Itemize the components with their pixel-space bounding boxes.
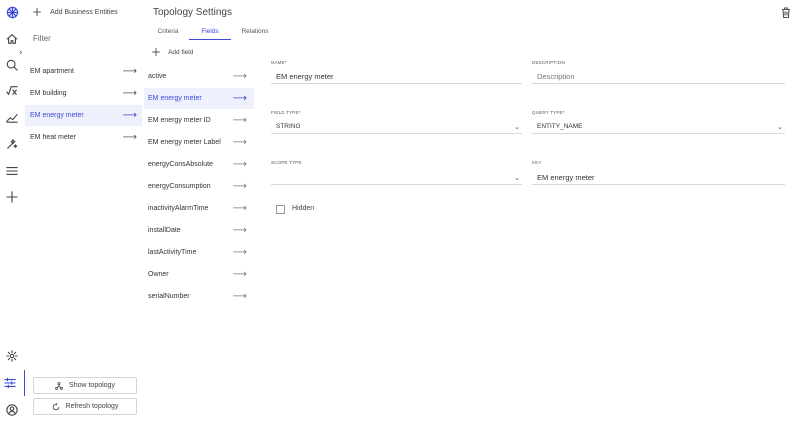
field-list-item[interactable]: active ⟶	[144, 66, 254, 87]
field-label: energyConsumption	[148, 183, 211, 190]
business-entity-label: EM apartment	[30, 68, 74, 75]
business-entity-item[interactable]: EM building ⟶	[25, 83, 142, 104]
refresh-icon	[52, 402, 59, 410]
business-entities-panel: + Add Business Entities Filter › EM apar…	[19, 0, 142, 423]
arrow-right-icon: ⟶	[232, 115, 247, 126]
arrow-right-icon: ⟶	[232, 291, 247, 302]
scope-type-label: Scope type	[271, 160, 302, 165]
chevron-right-icon[interactable]: ›	[19, 48, 23, 58]
icon-rail	[0, 0, 24, 423]
formula-icon[interactable]	[5, 84, 19, 98]
logo-icon[interactable]	[5, 5, 19, 19]
arrow-right-icon: ⟶	[232, 203, 247, 214]
show-topology-button[interactable]: Show topology	[33, 377, 137, 394]
chevron-down-icon: ⌄	[777, 122, 783, 131]
field-list-item[interactable]: Owner ⟶	[144, 264, 254, 285]
field-label: EM energy meter ID	[148, 117, 211, 124]
business-entity-item[interactable]: EM heat meter ⟶	[25, 127, 142, 148]
scope-type-select[interactable]: ⌄	[271, 171, 522, 185]
arrow-right-icon: ⟶	[122, 110, 137, 121]
field-type-label: Field type*	[271, 110, 301, 115]
tab-relations[interactable]: Relations	[231, 27, 279, 40]
field-list-item[interactable]: EM energy meter ⟶	[144, 88, 254, 109]
trash-icon[interactable]	[781, 7, 791, 19]
add-field-button[interactable]: + Add field	[151, 45, 193, 59]
query-type-select[interactable]: ENTITY_NAME ⌄	[532, 120, 785, 134]
tab-fields[interactable]: Fields	[189, 27, 231, 40]
field-label: lastActivityTime	[148, 249, 197, 256]
field-list-item[interactable]: energyConsumption ⟶	[144, 176, 254, 197]
plus-icon[interactable]	[5, 190, 19, 204]
key-input[interactable]	[532, 171, 785, 185]
field-label: EM energy meter Label	[148, 139, 221, 146]
settings-tabs: Criteria Fields Relations	[147, 27, 279, 40]
hidden-label: Hidden	[292, 205, 315, 212]
arrow-right-icon: ⟶	[232, 225, 247, 236]
field-list-item[interactable]: energyConsAbsolute ⟶	[144, 154, 254, 175]
plus-icon: +	[32, 5, 43, 19]
user-icon[interactable]	[5, 403, 19, 417]
arrow-right-icon: ⟶	[232, 137, 247, 148]
business-entity-label: EM building	[30, 90, 67, 97]
arrow-right-icon: ⟶	[232, 269, 247, 280]
arrow-right-icon: ⟶	[122, 88, 137, 99]
chevron-down-icon: ⌄	[514, 173, 520, 182]
business-entity-item[interactable]: EM apartment ⟶	[25, 61, 142, 82]
tab-criteria[interactable]: Criteria	[147, 27, 189, 40]
field-label: Owner	[148, 271, 169, 278]
field-label: EM energy meter	[148, 95, 202, 102]
arrow-right-icon: ⟶	[122, 132, 137, 143]
trend-icon[interactable]	[5, 110, 19, 124]
home-icon[interactable]	[5, 32, 19, 46]
arrow-right-icon: ⟶	[232, 247, 247, 258]
refresh-topology-button[interactable]: Refresh topology	[33, 398, 137, 415]
arrow-right-icon: ⟶	[232, 159, 247, 170]
arrow-right-icon: ⟶	[122, 66, 137, 77]
arrow-right-icon: ⟶	[232, 93, 247, 104]
arrow-right-icon: ⟶	[232, 71, 247, 82]
business-entity-label: EM heat meter	[30, 134, 76, 141]
gear-icon[interactable]	[5, 349, 19, 363]
field-label: installDate	[148, 227, 181, 234]
field-list-item[interactable]: lastActivityTime ⟶	[144, 242, 254, 263]
field-list-item[interactable]: serialNumber ⟶	[144, 286, 254, 307]
name-input[interactable]	[271, 70, 522, 84]
field-type-select[interactable]: STRING ⌄	[271, 120, 522, 134]
business-entity-item[interactable]: EM energy meter ⟶	[25, 105, 142, 126]
add-business-entities-button[interactable]: + Add Business Entities	[32, 5, 118, 19]
field-label: active	[148, 73, 167, 80]
description-label: Description	[532, 60, 565, 65]
field-list-item[interactable]: installDate ⟶	[144, 220, 254, 241]
field-label: energyConsAbsolute	[148, 161, 213, 168]
business-entity-label: EM energy meter	[30, 112, 84, 119]
field-label: serialNumber	[148, 293, 190, 300]
field-label: inactivityAlarmTime	[148, 205, 209, 212]
arrow-right-icon: ⟶	[232, 181, 247, 192]
sliders-icon[interactable]	[3, 376, 17, 390]
search-icon[interactable]	[5, 58, 19, 72]
name-label: Name*	[271, 60, 287, 65]
field-list-item[interactable]: EM energy meter ID ⟶	[144, 110, 254, 131]
chevron-down-icon: ⌄	[514, 122, 520, 131]
filter-title: Filter	[33, 34, 51, 43]
key-label: Key	[532, 160, 542, 165]
field-list-item[interactable]: EM energy meter Label ⟶	[144, 132, 254, 153]
description-input[interactable]	[532, 70, 785, 84]
hidden-checkbox[interactable]	[276, 205, 285, 214]
plus-icon: +	[151, 45, 162, 59]
page-title: Topology Settings	[153, 7, 232, 18]
query-type-label: Query type*	[532, 110, 565, 115]
magic-icon[interactable]	[5, 137, 19, 151]
field-list-item[interactable]: inactivityAlarmTime ⟶	[144, 198, 254, 219]
topology-icon	[55, 381, 63, 390]
menu-icon[interactable]	[5, 164, 19, 178]
